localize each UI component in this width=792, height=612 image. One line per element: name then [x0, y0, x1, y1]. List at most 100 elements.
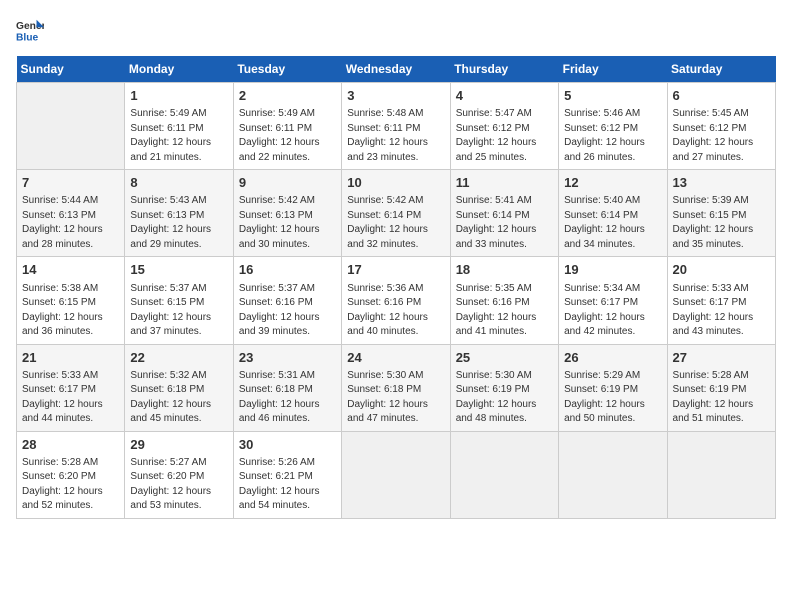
day-info: Sunrise: 5:35 AMSunset: 6:16 PMDaylight:…	[456, 282, 553, 340]
day-number: 25	[456, 349, 553, 367]
calendar-cell: 2 Sunrise: 5:49 AMSunset: 6:11 PMDaylight…	[233, 83, 341, 170]
calendar-table: SundayMondayTuesdayWednesdayThursdayFrid…	[16, 56, 776, 519]
day-info: Sunrise: 5:33 AMSunset: 6:17 PMDaylight:…	[673, 282, 770, 340]
calendar-cell: 6 Sunrise: 5:45 AMSunset: 6:12 PMDaylight…	[667, 83, 775, 170]
calendar-cell: 21 Sunrise: 5:33 AMSunset: 6:17 PMDayligh…	[17, 344, 125, 431]
calendar-cell: 23 Sunrise: 5:31 AMSunset: 6:18 PMDayligh…	[233, 344, 341, 431]
calendar-cell	[17, 83, 125, 170]
day-info: Sunrise: 5:43 AMSunset: 6:13 PMDaylight:…	[130, 194, 227, 252]
week-row-1: 1 Sunrise: 5:49 AMSunset: 6:11 PMDaylight…	[17, 83, 776, 170]
day-number: 26	[564, 349, 661, 367]
day-number: 13	[673, 174, 770, 192]
day-number: 23	[239, 349, 336, 367]
week-row-3: 14Sunrise: 5:38 AMSunset: 6:15 PMDayligh…	[17, 257, 776, 344]
calendar-cell: 10Sunrise: 5:42 AMSunset: 6:14 PMDayligh…	[342, 170, 450, 257]
day-number: 16	[239, 261, 336, 279]
day-info: Sunrise: 5:34 AMSunset: 6:17 PMDaylight:…	[564, 282, 661, 340]
day-number: 11	[456, 174, 553, 192]
calendar-cell: 4 Sunrise: 5:47 AMSunset: 6:12 PMDaylight…	[450, 83, 558, 170]
calendar-cell: 20 Sunrise: 5:33 AMSunset: 6:17 PMDayligh…	[667, 257, 775, 344]
weekday-header-friday: Friday	[559, 56, 667, 83]
calendar-cell: 8 Sunrise: 5:43 AMSunset: 6:13 PMDaylight…	[125, 170, 233, 257]
calendar-cell: 30Sunrise: 5:26 AMSunset: 6:21 PMDayligh…	[233, 431, 341, 518]
day-info: Sunrise: 5:44 AMSunset: 6:13 PMDaylight:…	[22, 194, 119, 252]
day-info: Sunrise: 5:30 AMSunset: 6:19 PMDaylight:…	[456, 369, 553, 427]
day-number: 27	[673, 349, 770, 367]
day-number: 3	[347, 87, 444, 105]
day-number: 17	[347, 261, 444, 279]
calendar-cell: 15Sunrise: 5:37 AMSunset: 6:15 PMDayligh…	[125, 257, 233, 344]
day-number: 4	[456, 87, 553, 105]
day-number: 1	[130, 87, 227, 105]
day-info: Sunrise: 5:32 AMSunset: 6:18 PMDaylight:…	[130, 369, 227, 427]
calendar-cell: 1 Sunrise: 5:49 AMSunset: 6:11 PMDaylight…	[125, 83, 233, 170]
week-row-4: 21 Sunrise: 5:33 AMSunset: 6:17 PMDayligh…	[17, 344, 776, 431]
calendar-cell: 24Sunrise: 5:30 AMSunset: 6:18 PMDayligh…	[342, 344, 450, 431]
weekday-header-sunday: Sunday	[17, 56, 125, 83]
weekday-header-monday: Monday	[125, 56, 233, 83]
calendar-cell: 22Sunrise: 5:32 AMSunset: 6:18 PMDayligh…	[125, 344, 233, 431]
day-number: 24	[347, 349, 444, 367]
day-number: 30	[239, 436, 336, 454]
day-info: Sunrise: 5:47 AMSunset: 6:12 PMDaylight:…	[456, 107, 553, 165]
day-info: Sunrise: 5:37 AMSunset: 6:16 PMDaylight:…	[239, 282, 336, 340]
calendar-cell	[667, 431, 775, 518]
calendar-cell: 12 Sunrise: 5:40 AMSunset: 6:14 PMDayligh…	[559, 170, 667, 257]
calendar-cell	[450, 431, 558, 518]
weekday-header-thursday: Thursday	[450, 56, 558, 83]
day-number: 28	[22, 436, 119, 454]
calendar-cell: 19 Sunrise: 5:34 AMSunset: 6:17 PMDayligh…	[559, 257, 667, 344]
weekday-header-row: SundayMondayTuesdayWednesdayThursdayFrid…	[17, 56, 776, 83]
day-info: Sunrise: 5:31 AMSunset: 6:18 PMDaylight:…	[239, 369, 336, 427]
logo: General Blue	[16, 16, 44, 44]
calendar-cell: 26Sunrise: 5:29 AMSunset: 6:19 PMDayligh…	[559, 344, 667, 431]
day-number: 20	[673, 261, 770, 279]
day-info: Sunrise: 5:28 AMSunset: 6:20 PMDaylight:…	[22, 456, 119, 514]
day-info: Sunrise: 5:45 AMSunset: 6:12 PMDaylight:…	[673, 107, 770, 165]
day-number: 2	[239, 87, 336, 105]
page-header: General Blue	[16, 16, 776, 44]
day-info: Sunrise: 5:41 AMSunset: 6:14 PMDaylight:…	[456, 194, 553, 252]
day-number: 6	[673, 87, 770, 105]
day-info: Sunrise: 5:28 AMSunset: 6:19 PMDaylight:…	[673, 369, 770, 427]
day-number: 21	[22, 349, 119, 367]
week-row-2: 7 Sunrise: 5:44 AMSunset: 6:13 PMDaylight…	[17, 170, 776, 257]
day-number: 8	[130, 174, 227, 192]
day-info: Sunrise: 5:36 AMSunset: 6:16 PMDaylight:…	[347, 282, 444, 340]
weekday-header-tuesday: Tuesday	[233, 56, 341, 83]
day-info: Sunrise: 5:42 AMSunset: 6:14 PMDaylight:…	[347, 194, 444, 252]
calendar-cell: 25 Sunrise: 5:30 AMSunset: 6:19 PMDayligh…	[450, 344, 558, 431]
calendar-cell: 14Sunrise: 5:38 AMSunset: 6:15 PMDayligh…	[17, 257, 125, 344]
day-info: Sunrise: 5:33 AMSunset: 6:17 PMDaylight:…	[22, 369, 119, 427]
weekday-header-wednesday: Wednesday	[342, 56, 450, 83]
day-info: Sunrise: 5:39 AMSunset: 6:15 PMDaylight:…	[673, 194, 770, 252]
day-info: Sunrise: 5:27 AMSunset: 6:20 PMDaylight:…	[130, 456, 227, 514]
weekday-header-saturday: Saturday	[667, 56, 775, 83]
calendar-cell: 9 Sunrise: 5:42 AMSunset: 6:13 PMDaylight…	[233, 170, 341, 257]
day-number: 9	[239, 174, 336, 192]
day-number: 29	[130, 436, 227, 454]
day-info: Sunrise: 5:48 AMSunset: 6:11 PMDaylight:…	[347, 107, 444, 165]
day-info: Sunrise: 5:49 AMSunset: 6:11 PMDaylight:…	[130, 107, 227, 165]
day-number: 7	[22, 174, 119, 192]
day-number: 14	[22, 261, 119, 279]
day-info: Sunrise: 5:40 AMSunset: 6:14 PMDaylight:…	[564, 194, 661, 252]
day-info: Sunrise: 5:49 AMSunset: 6:11 PMDaylight:…	[239, 107, 336, 165]
logo-icon: General Blue	[16, 16, 44, 44]
calendar-cell: 13 Sunrise: 5:39 AMSunset: 6:15 PMDayligh…	[667, 170, 775, 257]
svg-text:Blue: Blue	[16, 32, 39, 43]
day-info: Sunrise: 5:37 AMSunset: 6:15 PMDaylight:…	[130, 282, 227, 340]
calendar-cell	[342, 431, 450, 518]
day-info: Sunrise: 5:42 AMSunset: 6:13 PMDaylight:…	[239, 194, 336, 252]
calendar-cell: 17 Sunrise: 5:36 AMSunset: 6:16 PMDayligh…	[342, 257, 450, 344]
calendar-cell	[559, 431, 667, 518]
day-info: Sunrise: 5:46 AMSunset: 6:12 PMDaylight:…	[564, 107, 661, 165]
day-number: 5	[564, 87, 661, 105]
calendar-cell: 16 Sunrise: 5:37 AMSunset: 6:16 PMDayligh…	[233, 257, 341, 344]
calendar-cell: 29 Sunrise: 5:27 AMSunset: 6:20 PMDayligh…	[125, 431, 233, 518]
day-number: 12	[564, 174, 661, 192]
calendar-cell: 18Sunrise: 5:35 AMSunset: 6:16 PMDayligh…	[450, 257, 558, 344]
calendar-cell: 11 Sunrise: 5:41 AMSunset: 6:14 PMDayligh…	[450, 170, 558, 257]
calendar-cell: 27 Sunrise: 5:28 AMSunset: 6:19 PMDayligh…	[667, 344, 775, 431]
day-number: 19	[564, 261, 661, 279]
